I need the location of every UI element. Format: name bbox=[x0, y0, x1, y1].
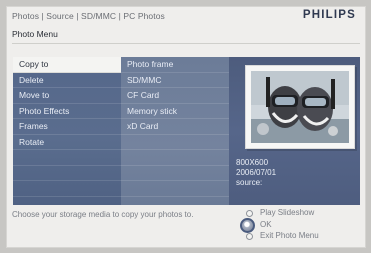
destination-photo-frame[interactable]: Photo frame bbox=[121, 57, 229, 73]
option-label: Play Slideshow bbox=[260, 208, 315, 217]
menu-item-copy-to[interactable]: Copy to bbox=[13, 57, 121, 73]
control-legend: Play Slideshow OK Exit Photo Menu bbox=[240, 207, 319, 242]
destination-cf-card[interactable]: CF Card bbox=[121, 88, 229, 104]
destination-sd-mmc[interactable]: SD/MMC bbox=[121, 73, 229, 88]
menu-item-photo-effects[interactable]: Photo Effects bbox=[13, 104, 121, 119]
destination-empty-row bbox=[121, 181, 229, 197]
photo-source-label: source: bbox=[236, 178, 263, 187]
destination-empty-row bbox=[121, 166, 229, 181]
destination-empty-row bbox=[121, 135, 229, 150]
photo-thumbnail bbox=[245, 65, 355, 149]
option-label: Exit Photo Menu bbox=[260, 231, 319, 240]
destination-xd-card[interactable]: xD Card bbox=[121, 119, 229, 135]
photo-info: 800X600 2006/07/01 source: bbox=[236, 158, 276, 188]
menu-item-frames[interactable]: Frames bbox=[13, 119, 121, 135]
breadcrumb: Photos | Source | SD/MMC | PC Photos bbox=[12, 11, 165, 21]
radio-icon bbox=[246, 233, 253, 240]
menu-item-move-to[interactable]: Move to bbox=[13, 88, 121, 104]
menu-item-delete[interactable]: Delete bbox=[13, 73, 121, 88]
device-screen: Photos | Source | SD/MMC | PC Photos PHI… bbox=[0, 0, 371, 253]
brand-logo: PHILIPS bbox=[302, 9, 356, 21]
destination-memory-stick[interactable]: Memory stick bbox=[121, 104, 229, 119]
option-play-slideshow[interactable]: Play Slideshow bbox=[246, 207, 319, 219]
option-label: OK bbox=[260, 219, 272, 229]
photo-date: 2006/07/01 bbox=[236, 168, 277, 177]
menu-empty-row bbox=[13, 166, 121, 181]
option-exit-photo-menu[interactable]: Exit Photo Menu bbox=[246, 230, 319, 242]
help-text: Choose your storage media to copy your p… bbox=[12, 210, 194, 219]
destination-list: Photo frame SD/MMC CF Card Memory stick … bbox=[121, 57, 229, 205]
divider bbox=[12, 43, 360, 44]
destination-empty-row bbox=[121, 150, 229, 166]
photo-resolution: 800X600 bbox=[236, 158, 269, 167]
page-title: Photo Menu bbox=[12, 29, 58, 39]
photo-menu-list: Copy to Delete Move to Photo Effects Fra… bbox=[13, 57, 121, 205]
menu-empty-row bbox=[13, 150, 121, 166]
menu-item-rotate[interactable]: Rotate bbox=[13, 135, 121, 150]
radio-icon bbox=[246, 210, 253, 217]
option-ok[interactable]: OK bbox=[240, 217, 319, 233]
snorkel-photo-image bbox=[251, 71, 349, 143]
menu-empty-row bbox=[13, 181, 121, 197]
